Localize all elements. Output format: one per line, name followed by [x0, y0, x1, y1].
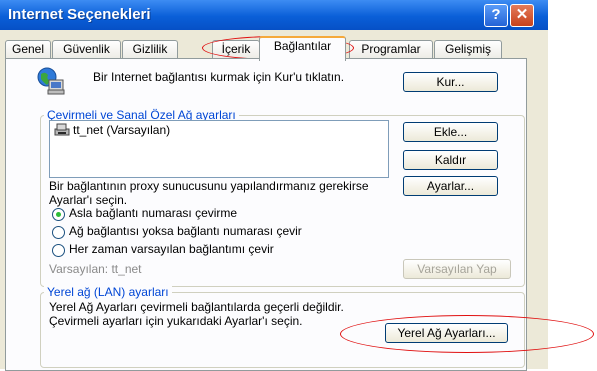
globe-computer-icon	[37, 67, 65, 95]
tab-security[interactable]: Güvenlik	[52, 40, 121, 59]
window-title: Internet Seçenekleri	[8, 6, 151, 23]
title-bar[interactable]: Internet Seçenekleri ? ✕	[0, 0, 548, 30]
lan-description: Yerel Ağ Ayarları çevirmeli bağlantılard…	[49, 300, 344, 328]
remove-button[interactable]: Kaldır	[403, 150, 498, 170]
annotation-oval-lan-button	[340, 315, 594, 353]
set-default-button: Varsayılan Yap	[403, 259, 511, 279]
add-button[interactable]: Ekle...	[403, 122, 498, 142]
proxy-description: Bir bağlantının proxy sunucusunu yapılan…	[49, 179, 369, 207]
default-connection-label: Varsayılan: tt_net	[49, 262, 142, 276]
connection-item[interactable]: tt_net (Varsayılan)	[73, 123, 170, 137]
setup-description: Bir Internet bağlantısı kurmak için Kur'…	[93, 70, 345, 84]
radio-always-dial-label[interactable]: Her zaman varsayılan bağlantımı çevir	[69, 242, 274, 256]
radio-never-dial-label[interactable]: Asla bağlantı numarası çevirme	[69, 206, 237, 220]
lan-group-label: Yerel ağ (LAN) ayarları	[44, 285, 172, 299]
internet-options-dialog: Internet Seçenekleri ? ✕ Genel Güvenlik …	[0, 0, 594, 371]
radio-dial-when-no-network-label[interactable]: Ağ bağlantısı yoksa bağlantı numarası çe…	[69, 224, 302, 238]
radio-dial-when-no-network[interactable]	[52, 226, 65, 239]
help-button[interactable]: ?	[484, 4, 508, 27]
tab-privacy[interactable]: Gizlilik	[122, 40, 178, 59]
tab-advanced[interactable]: Gelişmiş	[434, 40, 502, 59]
tab-general[interactable]: Genel	[5, 40, 51, 59]
setup-button[interactable]: Kur...	[403, 72, 498, 92]
dialup-connection-icon	[54, 123, 70, 136]
tab-connections[interactable]: Bağlantılar	[259, 36, 346, 61]
radio-never-dial[interactable]	[52, 208, 65, 221]
close-button[interactable]: ✕	[510, 4, 534, 27]
radio-always-dial[interactable]	[52, 244, 65, 257]
settings-button[interactable]: Ayarlar...	[403, 176, 498, 196]
tab-programs[interactable]: Programlar	[349, 40, 433, 59]
